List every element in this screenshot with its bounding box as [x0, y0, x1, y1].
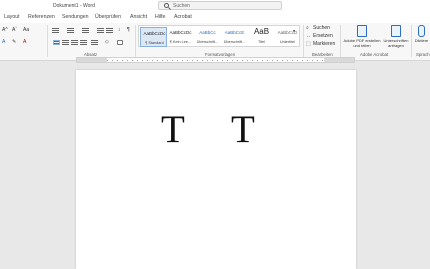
document-text-glyph: T: [161, 108, 185, 151]
style-subtitle[interactable]: AaBbCcD Untertitel: [274, 27, 301, 47]
styles-gallery: AaBbCcDc ¶ Standard AaBbCcDc ¶ Kein Lee.…: [138, 25, 300, 47]
tab-mailings[interactable]: Sendungen: [62, 14, 89, 20]
style-sample: AaBbCcDc: [143, 31, 166, 36]
create-pdf-button[interactable]: Adobe PDF erstellen und teilen: [342, 25, 382, 48]
sort-icon[interactable]: ↕: [118, 27, 121, 33]
borders-icon[interactable]: [117, 40, 123, 45]
style-name: ¶ Standard: [145, 41, 164, 45]
separator: [135, 25, 136, 57]
ruler-ticks: [107, 60, 327, 61]
document-page[interactable]: T T: [76, 70, 356, 269]
style-name: Untertitel: [279, 40, 296, 44]
ruler-left-margin: [77, 58, 107, 62]
style-heading-1[interactable]: AaBbCc Überschrift...: [194, 27, 221, 47]
group-label-acrobat: Adobe Acrobat: [360, 52, 389, 57]
select-button[interactable]: Markieren: [313, 41, 335, 47]
highlight-icon[interactable]: ✎: [12, 39, 16, 45]
horizontal-ruler[interactable]: [76, 57, 355, 63]
style-sample: AaBbCc: [199, 30, 216, 35]
style-sample: AaBbCcD: [277, 30, 298, 35]
tab-references[interactable]: Referenzen: [28, 14, 55, 20]
signature-icon: [391, 25, 401, 37]
microphone-icon: [418, 25, 425, 37]
pilcrow-icon[interactable]: ¶: [127, 27, 130, 33]
create-pdf-label: Adobe PDF erstellen und teilen: [343, 38, 381, 48]
numbering-icon[interactable]: [67, 28, 74, 33]
styles-scroll-icon[interactable]: ▾: [293, 28, 295, 33]
search-placeholder: Suchen: [173, 3, 190, 9]
font-color-icon[interactable]: A: [23, 39, 26, 45]
group-label-speech: Sprach: [416, 52, 430, 57]
title-bar: Dokument1 - Word Suchen: [0, 0, 430, 12]
find-icon: ⌕: [306, 25, 309, 31]
text-effects-icon[interactable]: A: [2, 39, 5, 45]
tab-acrobat[interactable]: Acrobat: [174, 14, 192, 20]
style-title[interactable]: AaB Titel: [248, 27, 275, 47]
select-icon: ⬚: [306, 41, 311, 47]
ruler-right-margin: [324, 58, 354, 62]
request-signatures-label: Unterschriften anfragen: [383, 38, 409, 48]
align-left-icon[interactable]: [53, 40, 60, 45]
align-center-icon[interactable]: [62, 40, 69, 45]
style-name: Überschrift...: [196, 40, 219, 44]
document-text-glyph: T: [231, 108, 255, 151]
tab-view[interactable]: Ansicht: [130, 14, 147, 20]
shading-icon[interactable]: ◇: [105, 39, 109, 45]
multilevel-list-icon[interactable]: [82, 28, 89, 33]
font-size-decrease-icon[interactable]: Aˇ: [12, 27, 17, 33]
separator: [47, 25, 48, 57]
style-sample: AaB: [253, 27, 270, 36]
style-standard[interactable]: AaBbCcDc ¶ Standard: [140, 27, 167, 47]
dictate-button[interactable]: Diktiere: [413, 25, 430, 43]
font-size-increase-icon[interactable]: A^: [2, 27, 8, 33]
tab-review[interactable]: Überprüfen: [95, 14, 121, 20]
style-name: Titel: [257, 40, 266, 44]
decrease-indent-icon[interactable]: [97, 28, 104, 33]
align-right-icon[interactable]: [71, 40, 78, 45]
find-button[interactable]: Suchen: [313, 25, 330, 31]
style-name: Überschrift...: [223, 40, 246, 44]
style-name: ¶ Kein Lee...: [169, 40, 192, 44]
request-signatures-button[interactable]: Unterschriften anfragen: [383, 25, 409, 48]
bullets-icon[interactable]: [52, 28, 59, 33]
replace-icon: ↔: [306, 33, 311, 39]
increase-indent-icon[interactable]: [106, 28, 113, 33]
separator: [340, 25, 341, 57]
line-spacing-icon[interactable]: [91, 40, 98, 45]
tab-layout[interactable]: Layout: [4, 14, 20, 20]
justify-icon[interactable]: [80, 40, 87, 45]
search-icon: [164, 3, 169, 8]
search-input[interactable]: Suchen: [158, 1, 282, 10]
style-heading-2[interactable]: AaBbCcE Überschrift...: [221, 27, 248, 47]
tab-help[interactable]: Hilfe: [155, 14, 165, 20]
ribbon-tabs: Layout Referenzen Sendungen Überprüfen A…: [0, 12, 430, 23]
ribbon: A^ Aˇ Aa A ✎ A ↕ ¶ ◇ Absatz AaBbCcDc ¶ S…: [0, 23, 430, 61]
pdf-icon: [357, 25, 367, 37]
separator: [411, 25, 412, 57]
style-no-spacing[interactable]: AaBbCcDc ¶ Kein Lee...: [167, 27, 194, 47]
style-sample: AaBbCcDc: [169, 30, 192, 35]
replace-button[interactable]: Ersetzen: [313, 33, 333, 39]
style-sample: AaBbCcE: [224, 30, 245, 35]
document-title: Dokument1 - Word: [53, 3, 95, 9]
dictate-label: Diktiere: [414, 38, 429, 43]
change-case-icon[interactable]: Aa: [23, 27, 29, 33]
separator: [303, 25, 304, 57]
